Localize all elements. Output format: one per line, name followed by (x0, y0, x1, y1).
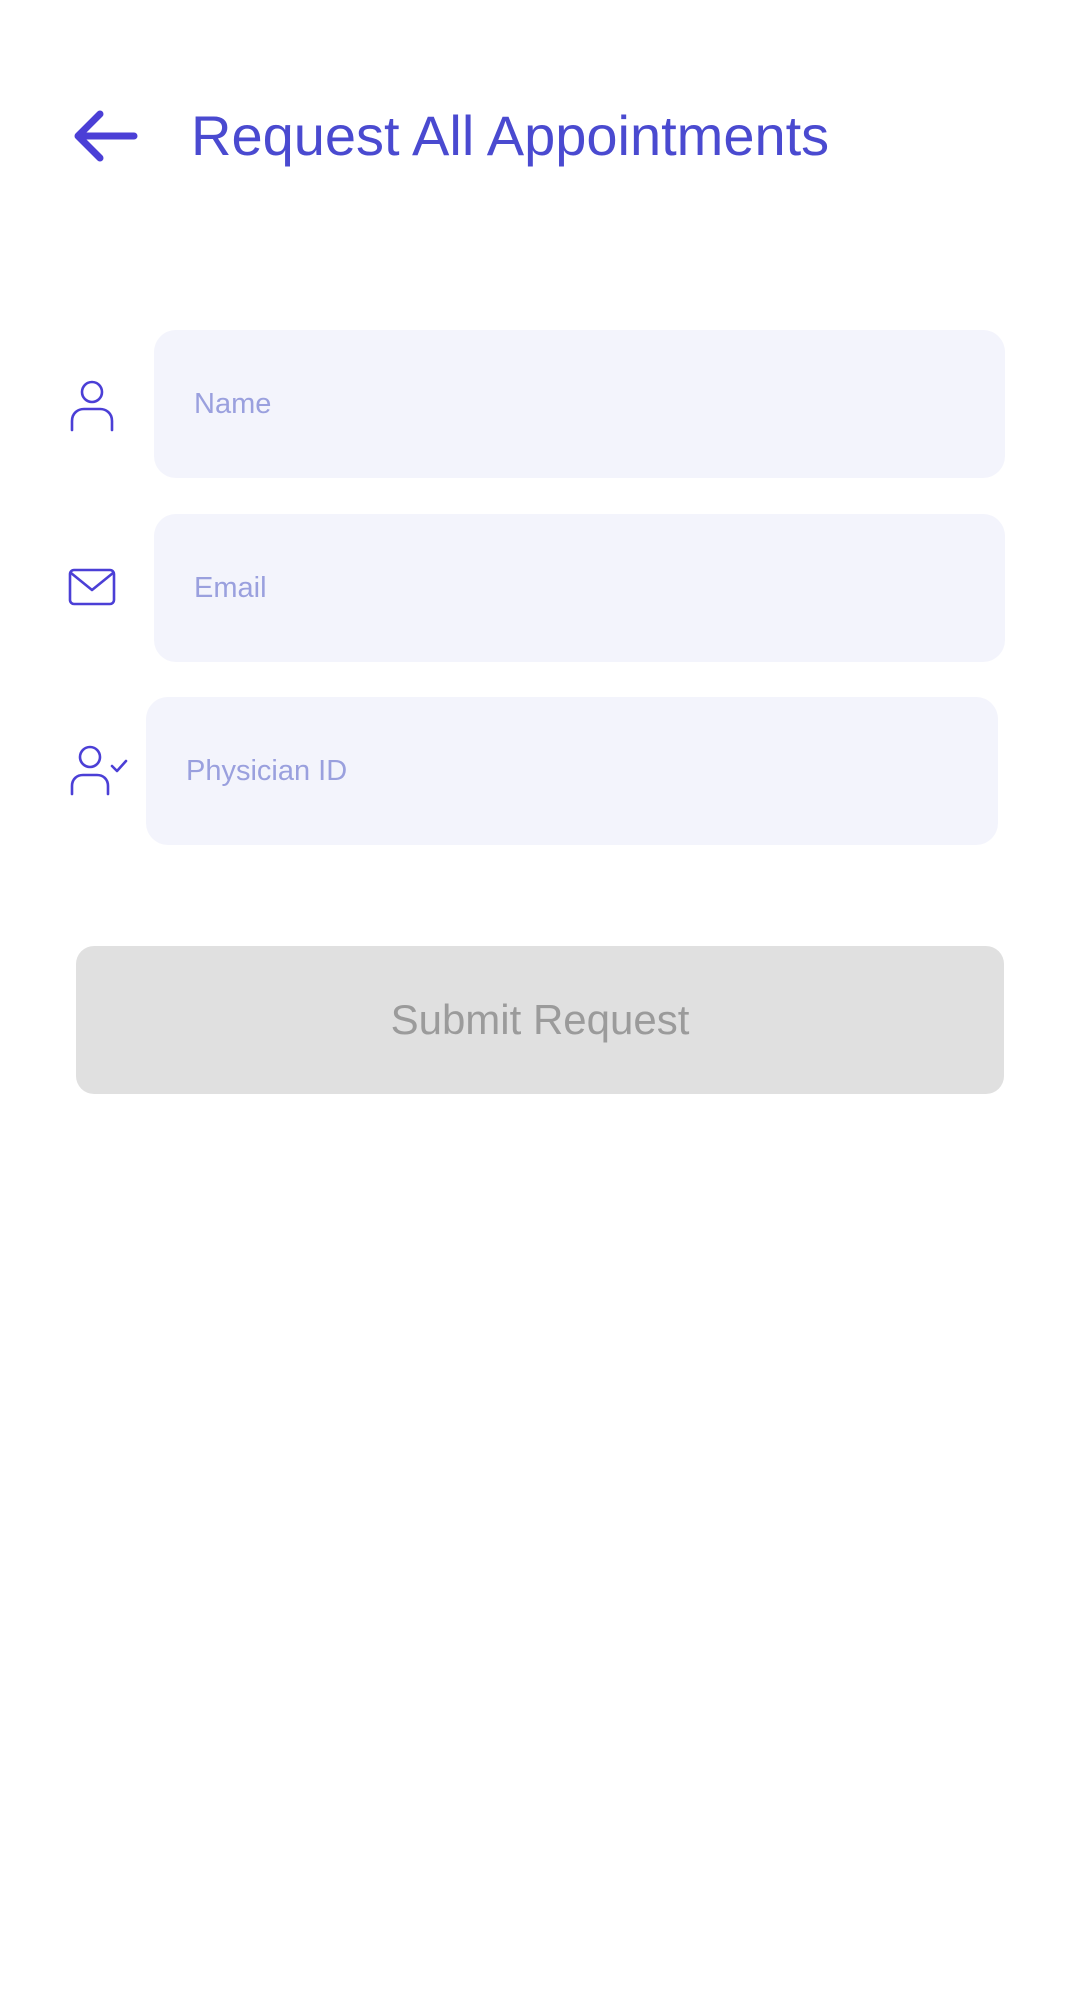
user-check-icon (64, 742, 132, 802)
name-input[interactable] (154, 330, 1005, 478)
user-icon (62, 375, 122, 435)
email-field-row (0, 514, 1080, 662)
physician-id-input[interactable] (146, 697, 998, 845)
back-button[interactable] (66, 100, 146, 170)
app-header: Request All Appointments (0, 0, 1080, 270)
page-title: Request All Appointments (191, 104, 830, 167)
email-input[interactable] (154, 514, 1005, 662)
name-field-row (0, 330, 1080, 478)
mail-icon (62, 558, 122, 618)
submit-request-button[interactable]: Submit Request (76, 946, 1004, 1094)
physician-id-field-row (0, 697, 1080, 845)
arrow-left-icon (74, 110, 138, 162)
